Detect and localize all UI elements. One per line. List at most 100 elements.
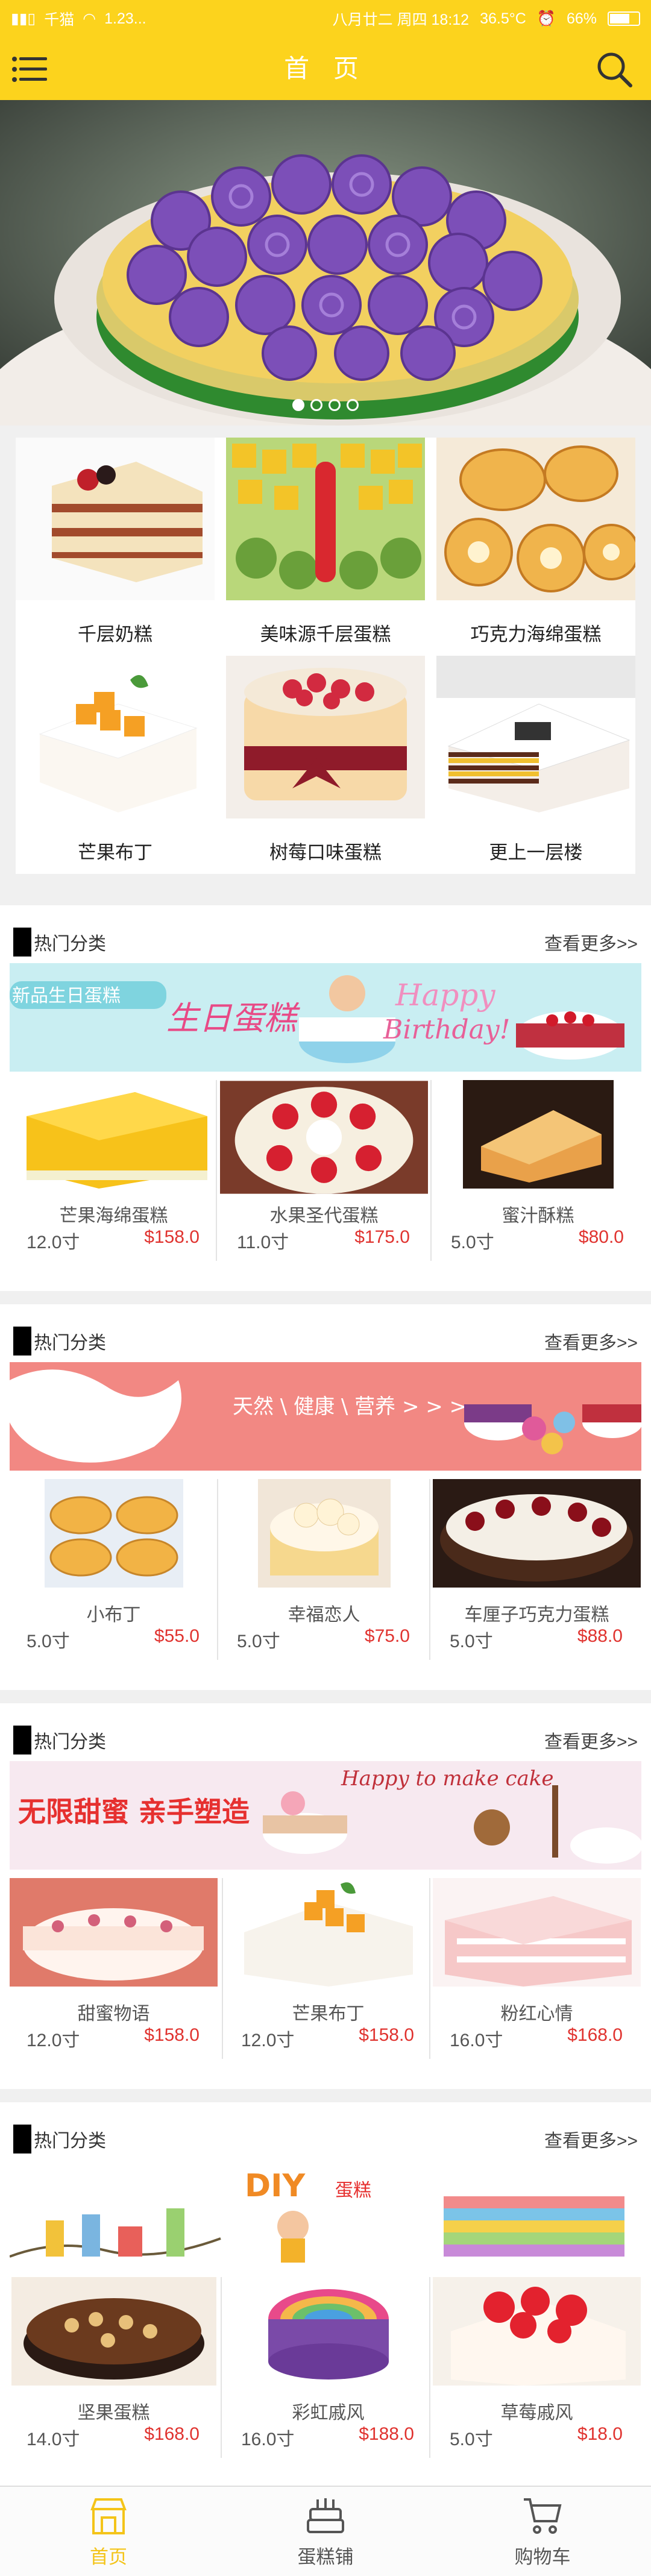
product-card[interactable]: 水果圣代蛋糕 11.0寸 $175.0 [220,1080,428,1273]
view-more-link[interactable]: 查看更多>> [544,1727,638,1753]
temperature: 36.5°C [480,10,526,27]
product-name: 粉红心情 [500,2004,573,2024]
banner-pagination[interactable] [0,399,651,411]
category-item[interactable]: 芒果布丁 [16,656,215,864]
banner-headline: 无限甜蜜 亲手塑造 [18,1795,250,1828]
signal-icon: ▮▮▯ [11,10,36,27]
alarm-icon: ⏰ [536,10,556,27]
product-card[interactable]: 芒果布丁 12.0寸 $158.0 [224,1878,432,2071]
product-size: 12.0寸 [27,1233,80,1252]
product-name: 水果圣代蛋糕 [269,1206,379,1226]
category-grid: 千层奶糕 美味源千层蛋糕 巧克力海绵蛋糕 芒果布丁 树莓口味蛋糕 更上一层楼 [16,438,640,874]
pagination-dot[interactable] [292,399,304,411]
section-title: 热门分类 [34,1333,106,1353]
hero-banner[interactable] [0,100,651,426]
promo-banner[interactable]: 新品生日蛋糕 生日蛋糕 Happy Birthday! [10,963,641,1072]
divider [216,1080,217,1261]
shop-icon [90,2498,127,2534]
product-image [11,2277,216,2386]
divider [221,2277,222,2458]
category-item[interactable]: 树莓口味蛋糕 [226,656,425,864]
pagination-dot[interactable] [329,399,341,411]
battery-percent: 66% [566,10,597,27]
app-header: 首 页 [0,37,651,100]
view-more-link[interactable]: 查看更多>> [544,1328,638,1354]
cake-icon [307,2498,344,2533]
banner-headline: 新品生日蛋糕 [12,985,121,1007]
category-label: 芒果布丁 [78,842,153,863]
product-price: $158.0 [144,1227,200,1247]
product-size: 12.0寸 [27,2031,80,2050]
category-image [16,438,215,600]
product-card[interactable]: 幸福恋人 5.0寸 $75.0 [220,1479,428,1672]
category-item[interactable]: 更上一层楼 [436,656,635,864]
promo-banner[interactable]: DIY 蛋糕 [10,2160,641,2269]
tab-cart[interactable]: 购物车 [434,2487,651,2576]
product-card[interactable]: 小布丁 5.0寸 $55.0 [10,1479,218,1672]
hot-category-section: 热门分类 查看更多>> 新品生日蛋糕 生日蛋糕 Happy Birthday! … [0,905,651,1291]
product-size: 11.0寸 [237,1233,289,1252]
product-image [257,1479,391,1588]
product-image [433,2277,641,2386]
product-name: 草莓戚风 [500,2403,573,2423]
product-price: $158.0 [144,2025,200,2045]
product-card[interactable]: 彩虹戚风 16.0寸 $188.0 [224,2277,432,2470]
tab-label: 购物车 [514,2546,571,2568]
banner-birthday-text: Birthday! [383,1014,510,1045]
product-price: $80.0 [578,1227,624,1247]
diy-illustration-banner-image: DIY 蛋糕 [10,2160,641,2269]
product-card[interactable]: 草莓戚风 5.0寸 $18.0 [433,2277,641,2470]
cart-icon [524,2498,562,2534]
product-card[interactable]: 车厘子巧克力蛋糕 5.0寸 $88.0 [433,1479,641,1672]
pagination-dot[interactable] [347,399,359,411]
product-card[interactable]: 坚果蛋糕 14.0寸 $168.0 [10,2277,218,2470]
banner-happy-text: Happy [395,978,495,1013]
section-marker [13,1726,31,1755]
category-item[interactable]: 千层奶糕 [16,438,215,646]
category-item[interactable]: 美味源千层蛋糕 [226,438,425,646]
product-price: $158.0 [359,2025,414,2045]
view-more-link[interactable]: 查看更多>> [544,929,638,955]
section-header: 热门分类 查看更多>> [13,927,638,957]
product-size: 14.0寸 [27,2430,80,2449]
wifi-icon: ◠ [83,10,96,27]
product-name: 彩虹戚风 [292,2403,365,2423]
product-card[interactable]: 甜蜜物语 12.0寸 $158.0 [10,1878,218,2071]
status-bar: ▮▮▯ 千猫 ◠ 1.23... 八月廿二 周四 18:12 36.5°C ⏰ … [0,0,651,37]
healthy-banner-image: 天然 \ 健康 \ 营养 > > > [10,1362,641,1471]
product-card[interactable]: 蜜汁酥糕 5.0寸 $80.0 [434,1080,642,1273]
product-card[interactable]: 粉红心情 16.0寸 $168.0 [433,1878,641,2071]
network-speed: 1.23... [104,10,146,27]
promo-banner[interactable]: 无限甜蜜 亲手塑造 Happy to make cake [10,1761,641,1870]
tab-cake-shop[interactable]: 蛋糕铺 [217,2487,434,2576]
category-item[interactable]: 巧克力海绵蛋糕 [436,438,640,646]
birthday-banner-image: 新品生日蛋糕 生日蛋糕 Happy Birthday! [10,963,641,1072]
divider [429,1878,430,2059]
product-image [231,1878,425,1987]
divider [217,1479,218,1660]
category-image [226,656,425,818]
section-header: 热门分类 查看更多>> [13,2124,638,2154]
section-marker [13,928,31,957]
product-price: $188.0 [359,2424,414,2444]
product-price: $75.0 [364,1626,410,1646]
product-image [10,1878,218,1987]
product-name: 芒果布丁 [292,2004,365,2024]
section-title: 热门分类 [34,2131,106,2151]
hot-category-section: 热门分类 查看更多>> 天然 \ 健康 \ 营养 > > > 小布丁 5.0寸 … [0,1304,651,1690]
category-image [226,438,425,600]
product-price: $55.0 [154,1626,200,1646]
category-label: 更上一层楼 [489,842,583,863]
search-icon[interactable] [596,51,633,88]
product-size: 5.0寸 [450,1632,493,1651]
promo-banner[interactable]: 天然 \ 健康 \ 营养 > > > [10,1362,641,1471]
section-header: 热门分类 查看更多>> [13,1725,638,1755]
product-size: 16.0寸 [241,2430,295,2449]
tab-home[interactable]: 首页 [0,2487,217,2576]
view-more-link[interactable]: 查看更多>> [544,2126,638,2152]
product-image [433,1479,641,1588]
section-title: 热门分类 [34,1732,106,1752]
category-image [436,438,640,600]
pagination-dot[interactable] [310,399,322,411]
product-card[interactable]: 芒果海绵蛋糕 12.0寸 $158.0 [10,1080,218,1273]
